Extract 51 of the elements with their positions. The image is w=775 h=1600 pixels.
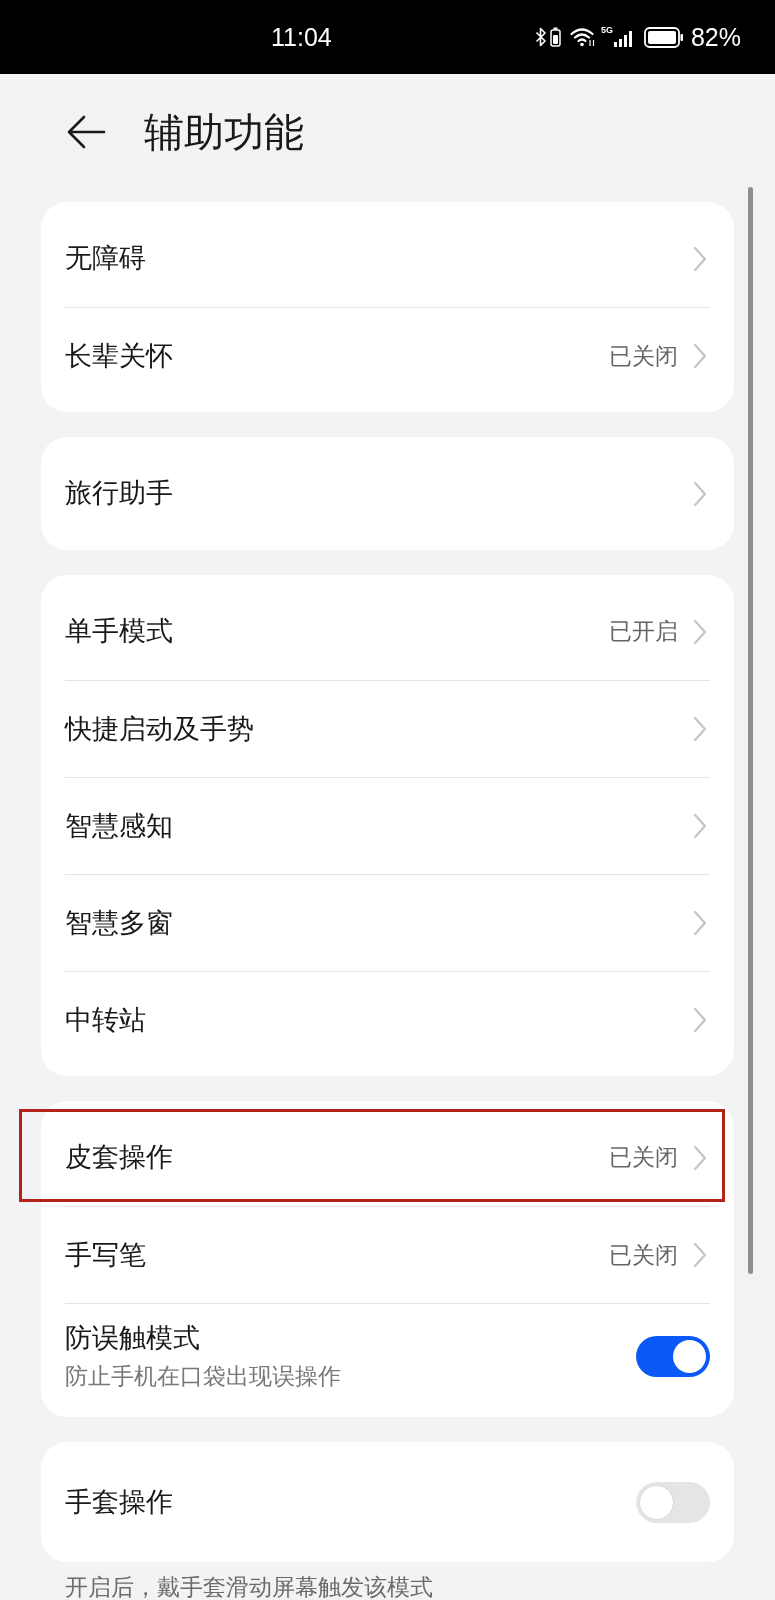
row-label: 长辈关怀 [65,342,173,370]
row-label: 手写笔 [65,1241,146,1269]
back-button[interactable] [66,114,106,149]
row-label: 中转站 [65,1006,146,1034]
toggle-switch[interactable] [636,1481,710,1523]
status-time: 11:04 [271,24,332,50]
chevron-right-icon [693,343,707,369]
settings-row[interactable]: 皮套操作 已关闭 [65,1109,710,1206]
chevron-right-icon [693,1242,707,1268]
settings-row[interactable]: 长辈关怀 已关闭 [65,307,710,404]
settings-row[interactable]: 单手模式 已开启 [65,583,710,680]
settings-row[interactable]: 中转站 [65,971,710,1068]
back-arrow-icon [66,114,106,149]
signal-icon [612,30,633,48]
row-label: 防误触模式 [65,1325,201,1352]
settings-row[interactable]: 无障碍 [65,210,710,307]
row-value: 已关闭 [609,344,678,368]
battery-percentage: 82% [690,24,741,50]
toggle-switch[interactable] [636,1336,710,1377]
row-label: 快捷启动及手势 [65,715,254,743]
network-type-label: 5G [600,26,613,35]
vertical-battery-icon [549,27,561,47]
battery-icon [643,26,684,48]
row-label: 智慧感知 [65,812,173,840]
settings-row[interactable]: 智慧感知 [65,777,710,874]
chevron-right-icon [693,618,707,645]
settings-row[interactable]: 智慧多窗 [65,874,710,971]
chevron-right-icon [693,910,707,936]
settings-row[interactable]: 旅行助手 [65,445,710,542]
bluetooth-icon [534,26,547,48]
row-value: 已关闭 [609,1243,678,1267]
chevron-right-icon [693,245,707,272]
row-description: 防止手机在口袋出现误操作 [65,1365,341,1388]
chevron-right-icon [693,813,707,839]
wifi-icon [569,27,596,47]
chevron-right-icon [693,1144,707,1171]
row-label: 智慧多窗 [65,909,173,937]
row-label: 皮套操作 [65,1144,173,1171]
row-value: 已关闭 [609,1146,678,1169]
row-label: 手套操作 [65,1488,173,1516]
row-label: 无障碍 [65,245,146,272]
page-title: 辅助功能 [144,111,304,152]
row-value: 已开启 [609,620,678,643]
settings-row[interactable]: 手写笔 已关闭 [65,1206,710,1303]
footnote-text: 开启后，戴手套滑动屏幕触发该模式 [64,1574,434,1600]
chevron-right-icon [693,1007,707,1033]
settings-row[interactable]: 快捷启动及手势 [65,680,710,777]
row-label: 旅行助手 [65,480,173,507]
chevron-right-icon [693,716,707,742]
row-label: 单手模式 [65,618,173,645]
chevron-right-icon [693,480,707,507]
